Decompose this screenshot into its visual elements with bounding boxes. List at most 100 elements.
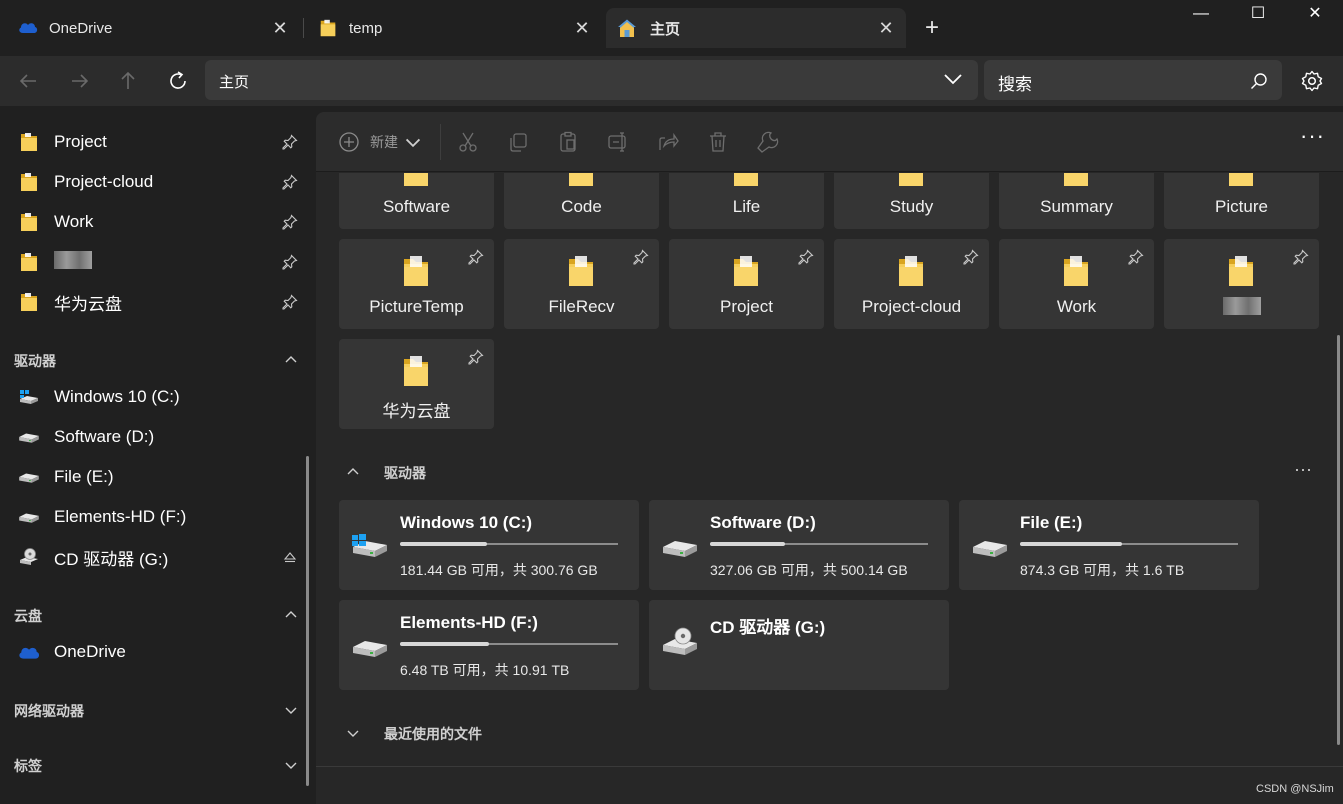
pin-icon[interactable] [963, 249, 979, 265]
rename-icon[interactable] [606, 130, 630, 154]
drive-card-c[interactable]: Windows 10 (C:) 181.44 GB 可用，共 300.76 GB [339, 500, 639, 590]
sidebar-item-project-cloud[interactable]: Project-cloud [0, 164, 310, 200]
sidebar-section-cloud[interactable]: 云盘 [14, 606, 304, 630]
chevron-down-icon[interactable] [284, 758, 298, 772]
folder-label: Summary [1040, 197, 1113, 216]
cd-drive-icon [20, 548, 38, 565]
refresh-icon[interactable] [165, 68, 191, 94]
pin-icon[interactable] [468, 349, 484, 365]
pin-icon[interactable] [282, 294, 298, 310]
address-field[interactable]: 主页 [205, 60, 978, 100]
folder-icon [18, 131, 40, 153]
pin-icon[interactable] [282, 134, 298, 150]
quick-access-folder[interactable] [1164, 239, 1319, 329]
sidebar-item-onedrive[interactable]: OneDrive [0, 634, 310, 670]
forward-arrow-icon[interactable] [66, 68, 92, 94]
folder-icon [1226, 173, 1256, 189]
search-icon[interactable] [1250, 72, 1268, 90]
drive-name: CD 驱动器 (G:) [710, 618, 826, 637]
copy-icon[interactable] [506, 130, 530, 154]
drive-name: Elements-HD (F:) [400, 613, 538, 632]
pin-icon[interactable] [468, 249, 484, 265]
drive-card-d[interactable]: Software (D:) 327.06 GB 可用，共 500.14 GB [649, 500, 949, 590]
close-icon[interactable]: ✕ [572, 18, 592, 38]
quick-access-folder[interactable]: Life [669, 173, 824, 229]
windows-drive-icon [20, 390, 38, 404]
chevron-down-icon[interactable] [346, 726, 360, 740]
wrench-icon[interactable] [756, 130, 780, 154]
pin-icon[interactable] [282, 254, 298, 270]
delete-icon[interactable] [706, 130, 730, 154]
sidebar-section-tags[interactable]: 标签 [14, 756, 304, 780]
quick-access-folder[interactable]: Summary [999, 173, 1154, 229]
tab-label: temp [349, 19, 383, 37]
sidebar-item-drive-g[interactable]: CD 驱动器 (G:) [0, 539, 310, 575]
folder-label: Project-cloud [861, 297, 962, 316]
maximize-button[interactable]: ☐ [1235, 0, 1281, 30]
quick-access-folder[interactable]: Code [504, 173, 659, 229]
quick-access-folder[interactable]: Work [999, 239, 1154, 329]
drive-card-g[interactable]: CD 驱动器 (G:) [649, 600, 949, 690]
gear-icon[interactable] [1300, 69, 1324, 93]
main-scrollbar[interactable] [1337, 335, 1340, 745]
quick-access-folder[interactable]: PictureTemp [339, 239, 494, 329]
back-arrow-icon[interactable] [16, 68, 42, 94]
drive-card-f[interactable]: Elements-HD (F:) 6.48 TB 可用，共 10.91 TB [339, 600, 639, 690]
drive-space-info: 181.44 GB 可用，共 300.76 GB [400, 562, 598, 578]
paste-icon[interactable] [556, 130, 580, 154]
up-arrow-icon[interactable] [115, 68, 141, 94]
section-more-button[interactable]: ··· [1294, 459, 1312, 480]
section-title: 最近使用的文件 [384, 726, 482, 742]
pin-icon[interactable] [282, 214, 298, 230]
minimize-button[interactable]: — [1178, 0, 1224, 30]
pin-icon[interactable] [1293, 249, 1309, 265]
tab-temp[interactable]: temp ✕ [306, 8, 602, 48]
drive-icon [18, 426, 40, 448]
sidebar-item-drive-d[interactable]: Software (D:) [0, 419, 310, 455]
quick-access-folder[interactable]: Study [834, 173, 989, 229]
eject-icon[interactable] [282, 549, 298, 565]
quick-access-folder[interactable]: Project [669, 239, 824, 329]
chevron-up-icon[interactable] [284, 353, 298, 367]
more-options-button[interactable]: ··· [1300, 125, 1326, 154]
sidebar-item-drive-f[interactable]: Elements-HD (F:) [0, 499, 310, 535]
sidebar-item-work[interactable]: Work [0, 204, 310, 240]
chevron-down-icon[interactable] [284, 703, 298, 717]
close-icon[interactable]: ✕ [270, 18, 290, 38]
share-icon[interactable] [656, 130, 680, 154]
tab-onedrive[interactable]: OneDrive ✕ [0, 8, 300, 48]
quick-access-folder[interactable]: Software [339, 173, 494, 229]
drive-card-e[interactable]: File (E:) 874.3 GB 可用，共 1.6 TB [959, 500, 1259, 590]
sidebar-section-drives[interactable]: 驱动器 [14, 351, 304, 375]
quick-access-folder[interactable]: Picture [1164, 173, 1319, 229]
sidebar-item-huawei-cloud[interactable]: 华为云盘 [0, 284, 310, 320]
folder-label: Work [1056, 297, 1097, 316]
quick-access-folder[interactable]: FileRecv [504, 239, 659, 329]
quick-access-folder[interactable]: Project-cloud [834, 239, 989, 329]
sidebar-item-drive-e[interactable]: File (E:) [0, 459, 310, 495]
folder-label: Life [732, 197, 761, 216]
new-tab-button[interactable]: + [920, 16, 944, 40]
pin-icon[interactable] [1128, 249, 1144, 265]
chevron-down-icon[interactable] [942, 68, 964, 90]
new-button[interactable]: 新建 [338, 130, 422, 154]
close-window-button[interactable]: ✕ [1292, 0, 1338, 30]
close-icon[interactable]: ✕ [876, 18, 896, 38]
pin-icon[interactable] [633, 249, 649, 265]
pin-icon[interactable] [282, 174, 298, 190]
search-input[interactable]: 搜索 [984, 60, 1282, 100]
pin-icon[interactable] [798, 249, 814, 265]
folder-icon [401, 353, 431, 389]
chevron-up-icon[interactable] [346, 465, 360, 479]
quick-access-folder[interactable]: 华为云盘 [339, 339, 494, 429]
drive-name: File (E:) [1020, 513, 1083, 532]
sidebar-item-project[interactable]: Project [0, 124, 310, 160]
sidebar-item-redacted[interactable] [0, 244, 310, 280]
sidebar-item-drive-c[interactable]: Windows 10 (C:) [0, 379, 310, 415]
tab-home[interactable]: 主页 ✕ [606, 8, 906, 48]
chevron-up-icon[interactable] [284, 608, 298, 622]
cut-icon[interactable] [456, 130, 480, 154]
sidebar-scrollbar[interactable] [306, 456, 309, 786]
folder-icon [18, 171, 40, 193]
sidebar-section-network[interactable]: 网络驱动器 [14, 701, 304, 725]
